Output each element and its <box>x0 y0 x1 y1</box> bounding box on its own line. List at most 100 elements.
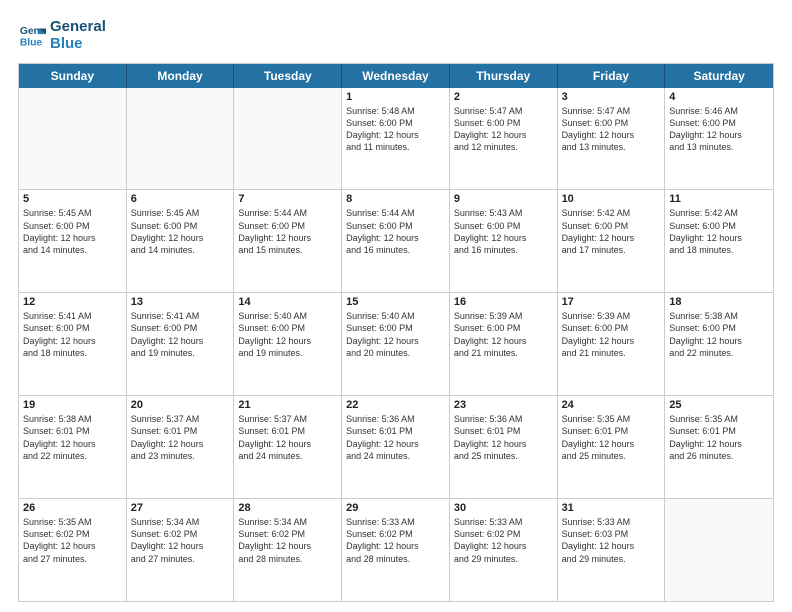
cell-line: Sunset: 6:00 PM <box>454 220 553 232</box>
cell-line: Sunrise: 5:35 AM <box>562 413 661 425</box>
cell-line: and 13 minutes. <box>562 141 661 153</box>
cell-line: Sunset: 6:00 PM <box>454 322 553 334</box>
calendar-cell: 22Sunrise: 5:36 AMSunset: 6:01 PMDayligh… <box>342 396 450 498</box>
logo-text-general: General <box>50 18 106 35</box>
cell-line: Sunrise: 5:36 AM <box>454 413 553 425</box>
cell-line: Sunset: 6:00 PM <box>454 117 553 129</box>
cell-line: Sunset: 6:01 PM <box>346 425 445 437</box>
cell-line: Daylight: 12 hours <box>131 540 230 552</box>
day-number: 5 <box>23 193 122 205</box>
cell-line: Daylight: 12 hours <box>454 129 553 141</box>
cell-line: Daylight: 12 hours <box>454 232 553 244</box>
svg-text:Blue: Blue <box>20 38 43 49</box>
calendar-cell: 2Sunrise: 5:47 AMSunset: 6:00 PMDaylight… <box>450 88 558 190</box>
cell-line: Daylight: 12 hours <box>23 232 122 244</box>
cell-line: Daylight: 12 hours <box>454 438 553 450</box>
cell-line: and 13 minutes. <box>669 141 769 153</box>
cell-line: Daylight: 12 hours <box>131 438 230 450</box>
cell-line: Sunset: 6:00 PM <box>669 322 769 334</box>
cell-line: Daylight: 12 hours <box>346 129 445 141</box>
calendar-cell: 23 Sunrise: 5:36 AMSunset: 6:01 PMDayligh… <box>450 396 558 498</box>
calendar-cell: 26Sunrise: 5:35 AMSunset: 6:02 PMDayligh… <box>19 499 127 601</box>
cell-line: Sunrise: 5:38 AM <box>669 310 769 322</box>
cell-line: and 25 minutes. <box>562 450 661 462</box>
calendar-week-row: 12Sunrise: 5:41 AMSunset: 6:00 PMDayligh… <box>19 293 773 396</box>
calendar-body: 1Sunrise: 5:48 AMSunset: 6:00 PMDaylight… <box>19 88 773 602</box>
cell-line: Sunrise: 5:35 AM <box>669 413 769 425</box>
cell-line: and 24 minutes. <box>238 450 337 462</box>
cell-line: Sunset: 6:00 PM <box>131 322 230 334</box>
cell-line: and 29 minutes. <box>454 553 553 565</box>
calendar-day-header: Tuesday <box>234 64 342 88</box>
logo-text-blue: Blue <box>50 35 106 52</box>
cell-line: and 21 minutes. <box>562 347 661 359</box>
day-number: 24 <box>562 399 661 411</box>
calendar-cell: 3Sunrise: 5:47 AMSunset: 6:00 PMDaylight… <box>558 88 666 190</box>
cell-line: Daylight: 12 hours <box>346 232 445 244</box>
cell-line: Daylight: 12 hours <box>669 438 769 450</box>
cell-line: Sunset: 6:01 PM <box>238 425 337 437</box>
cell-line: Daylight: 12 hours <box>562 335 661 347</box>
day-number: 26 <box>23 502 122 514</box>
cell-line: and 23 minutes. <box>131 450 230 462</box>
cell-line: Sunrise: 5:39 AM <box>454 310 553 322</box>
cell-line: Sunrise: 5:38 AM <box>23 413 122 425</box>
cell-line: Daylight: 12 hours <box>346 540 445 552</box>
calendar-week-row: 5Sunrise: 5:45 AMSunset: 6:00 PMDaylight… <box>19 190 773 293</box>
calendar-cell: 9Sunrise: 5:43 AMSunset: 6:00 PMDaylight… <box>450 190 558 292</box>
day-number: 29 <box>346 502 445 514</box>
cell-line: and 20 minutes. <box>346 347 445 359</box>
day-number: 23 <box>454 399 553 411</box>
cell-line: Sunrise: 5:41 AM <box>23 310 122 322</box>
calendar-cell: 27Sunrise: 5:34 AMSunset: 6:02 PMDayligh… <box>127 499 235 601</box>
cell-line: Sunrise: 5:48 AM <box>346 105 445 117</box>
cell-line: Sunrise: 5:37 AM <box>238 413 337 425</box>
cell-line: Sunrise: 5:33 AM <box>346 516 445 528</box>
day-number: 16 <box>454 296 553 308</box>
calendar-cell: 15Sunrise: 5:40 AMSunset: 6:00 PMDayligh… <box>342 293 450 395</box>
calendar-week-row: 1Sunrise: 5:48 AMSunset: 6:00 PMDaylight… <box>19 88 773 191</box>
cell-line: and 28 minutes. <box>346 553 445 565</box>
calendar-cell: 16 Sunrise: 5:39 AMSunset: 6:00 PMDayligh… <box>450 293 558 395</box>
cell-line: Daylight: 12 hours <box>238 232 337 244</box>
cell-line: and 19 minutes. <box>238 347 337 359</box>
calendar-week-row: 26Sunrise: 5:35 AMSunset: 6:02 PMDayligh… <box>19 499 773 601</box>
cell-line: Daylight: 12 hours <box>669 335 769 347</box>
calendar-cell: 21Sunrise: 5:37 AMSunset: 6:01 PMDayligh… <box>234 396 342 498</box>
cell-line: Sunset: 6:00 PM <box>346 220 445 232</box>
cell-line: Daylight: 12 hours <box>238 540 337 552</box>
cell-line: Sunrise: 5:39 AM <box>562 310 661 322</box>
calendar-cell: 29Sunrise: 5:33 AMSunset: 6:02 PMDayligh… <box>342 499 450 601</box>
cell-line: Sunrise: 5:40 AM <box>238 310 337 322</box>
cell-line: and 11 minutes. <box>346 141 445 153</box>
cell-line: Sunset: 6:01 PM <box>454 425 553 437</box>
day-number: 10 <box>562 193 661 205</box>
cell-line: Sunset: 6:00 PM <box>669 117 769 129</box>
calendar-cell <box>665 499 773 601</box>
cell-line: Sunset: 6:02 PM <box>131 528 230 540</box>
calendar-day-header: Sunday <box>19 64 127 88</box>
calendar-cell: 10Sunrise: 5:42 AMSunset: 6:00 PMDayligh… <box>558 190 666 292</box>
cell-line: Sunrise: 5:36 AM <box>346 413 445 425</box>
cell-line: Sunset: 6:01 PM <box>669 425 769 437</box>
calendar-cell: 25Sunrise: 5:35 AMSunset: 6:01 PMDayligh… <box>665 396 773 498</box>
day-number: 13 <box>131 296 230 308</box>
calendar-cell: 30Sunrise: 5:33 AMSunset: 6:02 PMDayligh… <box>450 499 558 601</box>
day-number: 20 <box>131 399 230 411</box>
calendar-cell <box>127 88 235 190</box>
cell-line: and 28 minutes. <box>238 553 337 565</box>
cell-line: Sunset: 6:02 PM <box>23 528 122 540</box>
cell-line: Daylight: 12 hours <box>454 335 553 347</box>
calendar-cell <box>234 88 342 190</box>
cell-line: Sunrise: 5:45 AM <box>131 207 230 219</box>
cell-line: Sunset: 6:02 PM <box>454 528 553 540</box>
cell-line: and 27 minutes. <box>23 553 122 565</box>
day-number: 19 <box>23 399 122 411</box>
cell-line: Sunrise: 5:47 AM <box>562 105 661 117</box>
cell-line: Sunrise: 5:34 AM <box>131 516 230 528</box>
cell-line: and 14 minutes. <box>23 244 122 256</box>
cell-line: Sunrise: 5:35 AM <box>23 516 122 528</box>
cell-line: Sunrise: 5:34 AM <box>238 516 337 528</box>
calendar-cell: 20Sunrise: 5:37 AMSunset: 6:01 PMDayligh… <box>127 396 235 498</box>
cell-line: and 21 minutes. <box>454 347 553 359</box>
